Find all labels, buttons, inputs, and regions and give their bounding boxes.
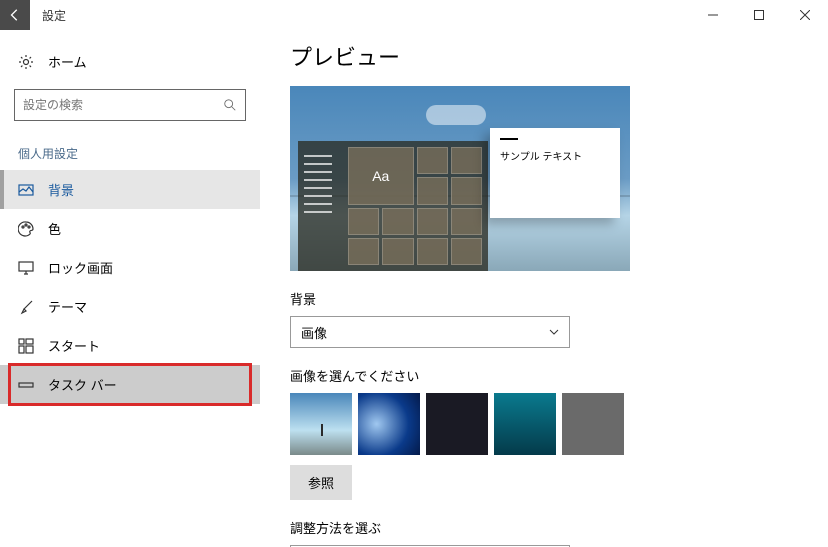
sidebar-item-lockscreen[interactable]: ロック画面 xyxy=(0,248,260,287)
maximize-button[interactable] xyxy=(736,0,782,30)
browse-button[interactable]: 参照 xyxy=(290,465,352,500)
sidebar-item-label: 色 xyxy=(48,219,61,238)
sidebar-home-label: ホーム xyxy=(48,52,87,71)
sidebar-item-label: スタート xyxy=(48,336,100,355)
highlight-annotation xyxy=(8,363,252,406)
search-box[interactable] xyxy=(14,89,246,121)
chevron-down-icon xyxy=(549,327,559,337)
page-title: プレビュー xyxy=(290,40,798,72)
taskbar-icon xyxy=(18,377,34,393)
preview-image: Aa サンプル テキスト xyxy=(290,86,630,271)
close-button[interactable] xyxy=(782,0,828,30)
search-input[interactable] xyxy=(23,98,223,112)
gear-icon xyxy=(18,54,34,70)
thumbnail-3[interactable] xyxy=(426,393,488,455)
preview-tile-aa: Aa xyxy=(348,147,414,205)
main-panel: プレビュー Aa サンプル テキス xyxy=(260,30,828,547)
preview-sample-window: サンプル テキスト xyxy=(490,128,620,218)
monitor-icon xyxy=(18,260,34,276)
brush-icon xyxy=(18,299,34,315)
pick-image-label: 画像を選んでください xyxy=(290,366,798,385)
back-button[interactable] xyxy=(0,0,30,30)
dropdown-value: 画像 xyxy=(301,323,327,342)
sidebar: ホーム 個人用設定 背景 色 ロック画面 テーマ xyxy=(0,30,260,547)
minimize-button[interactable] xyxy=(690,0,736,30)
sidebar-item-colors[interactable]: 色 xyxy=(0,209,260,248)
background-dropdown[interactable]: 画像 xyxy=(290,316,570,348)
sidebar-item-themes[interactable]: テーマ xyxy=(0,287,260,326)
picture-icon xyxy=(18,182,34,198)
sidebar-item-taskbar[interactable]: タスク バー xyxy=(0,365,260,404)
palette-icon xyxy=(18,221,34,237)
sample-text: サンプル テキスト xyxy=(500,152,582,163)
grid-icon xyxy=(18,338,34,354)
sidebar-home[interactable]: ホーム xyxy=(0,44,260,79)
sidebar-item-start[interactable]: スタート xyxy=(0,326,260,365)
sidebar-item-label: タスク バー xyxy=(48,375,117,394)
thumbnail-2[interactable] xyxy=(358,393,420,455)
fit-label: 調整方法を選ぶ xyxy=(290,518,798,537)
background-label: 背景 xyxy=(290,289,798,308)
sidebar-item-label: ロック画面 xyxy=(48,258,113,277)
category-header: 個人用設定 xyxy=(0,131,260,170)
search-icon xyxy=(223,98,237,112)
window-title: 設定 xyxy=(42,7,66,24)
sidebar-item-label: テーマ xyxy=(48,297,87,316)
preview-start-overlay: Aa xyxy=(298,141,488,271)
sidebar-item-background[interactable]: 背景 xyxy=(0,170,260,209)
thumbnail-1[interactable] xyxy=(290,393,352,455)
thumbnail-4[interactable] xyxy=(494,393,556,455)
sidebar-item-label: 背景 xyxy=(48,180,74,199)
thumbnail-5[interactable] xyxy=(562,393,624,455)
image-thumbnails xyxy=(290,393,798,455)
